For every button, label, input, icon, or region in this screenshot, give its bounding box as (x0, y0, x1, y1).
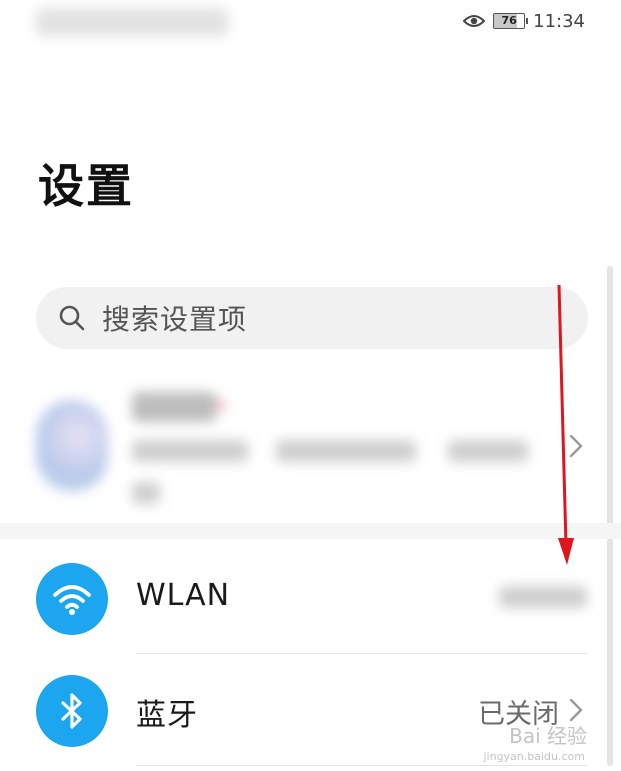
watermark-url: jingyan.baidu.com (483, 750, 585, 763)
settings-item-wlan[interactable]: WLAN (0, 542, 621, 654)
section-divider (0, 523, 621, 539)
account-detail-blurred (132, 440, 248, 462)
search-icon (59, 305, 85, 331)
settings-item-label: WLAN (136, 578, 231, 613)
status-bar-blurred-info (36, 8, 228, 36)
divider (136, 765, 587, 766)
status-time: 11:34 (533, 10, 585, 32)
chevron-right-icon (569, 434, 583, 458)
search-placeholder: 搜索设置项 (102, 303, 248, 336)
wlan-status-blurred (499, 586, 587, 608)
avatar (36, 400, 108, 492)
account-detail-blurred (448, 440, 528, 462)
status-bar: 76 11:34 (463, 10, 585, 32)
settings-item-label: 蓝牙 (136, 698, 198, 733)
wifi-icon (36, 563, 108, 635)
account-name-blurred (132, 392, 226, 422)
battery-level-text: 76 (501, 14, 517, 27)
chevron-right-icon (569, 698, 583, 722)
account-detail-blurred (276, 440, 416, 462)
page-title: 设置 (38, 159, 134, 213)
eye-comfort-icon (463, 15, 486, 27)
account-card[interactable] (0, 378, 621, 518)
watermark: Bai 经验 (509, 724, 587, 748)
account-detail-blurred (132, 482, 160, 504)
battery-icon: 76 (493, 13, 529, 29)
bluetooth-icon (36, 675, 108, 747)
search-input[interactable]: 搜索设置项 (36, 287, 588, 349)
